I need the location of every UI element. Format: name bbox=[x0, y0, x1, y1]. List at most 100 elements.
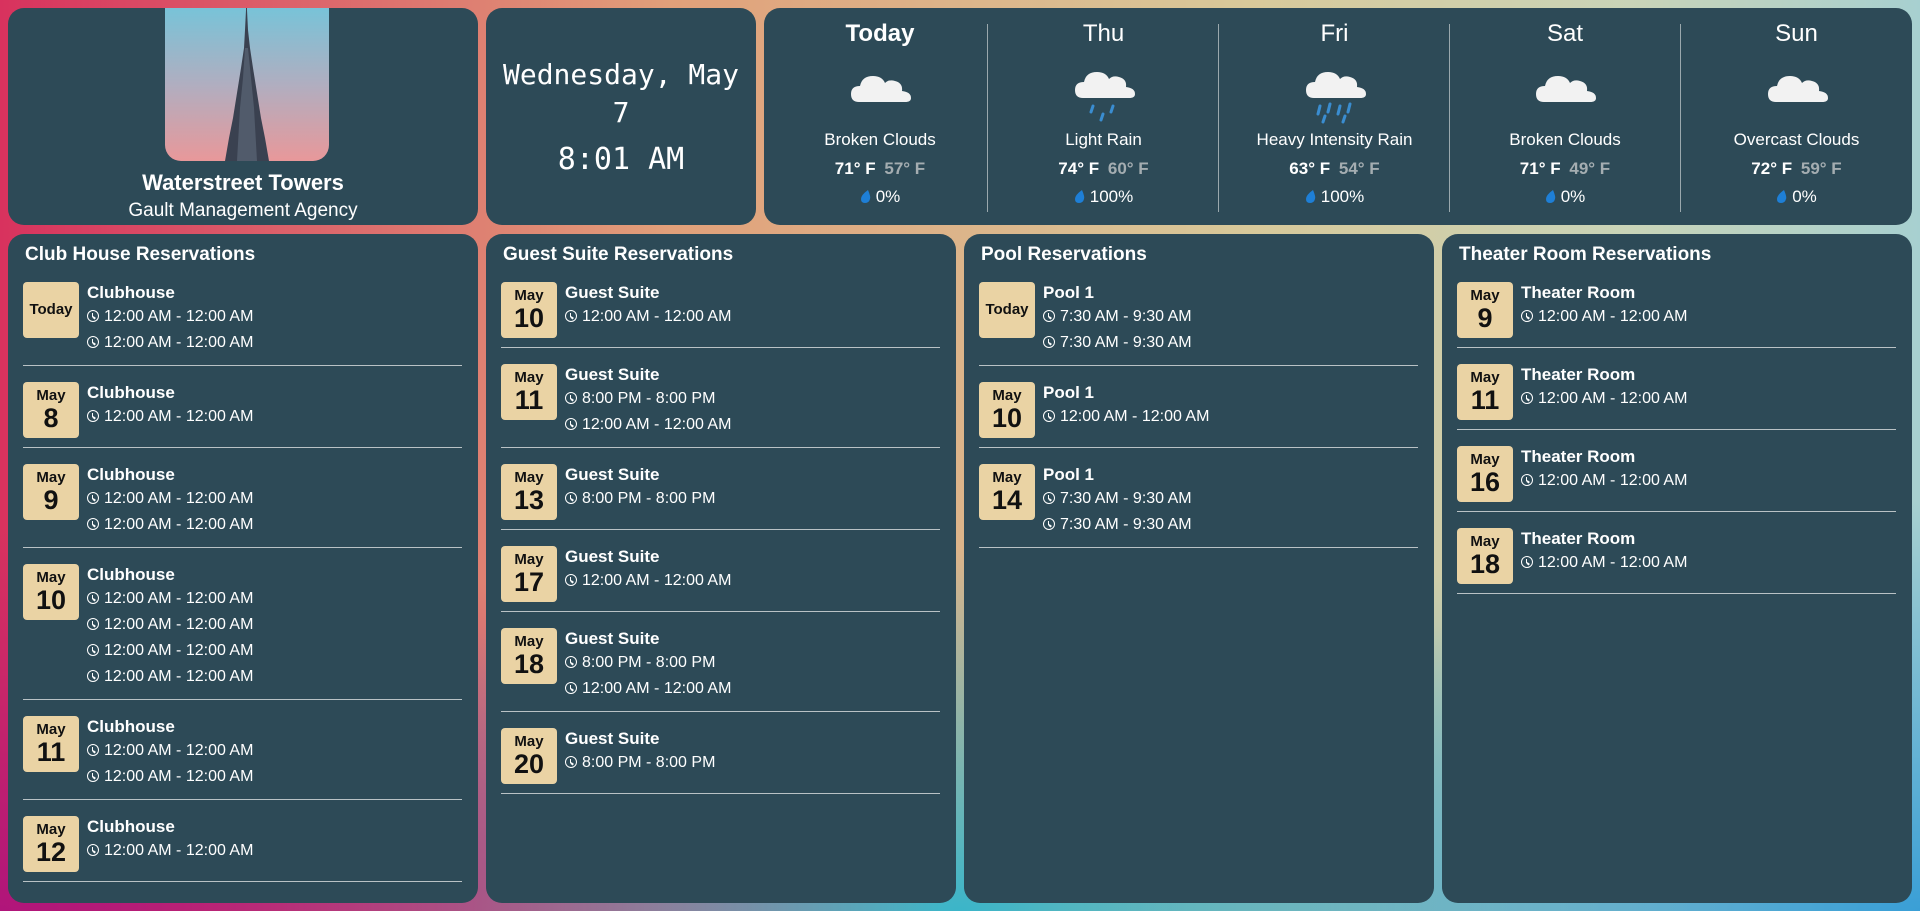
clock-icon bbox=[1521, 310, 1533, 322]
raindrop-icon bbox=[1777, 190, 1787, 203]
clock-icon bbox=[87, 410, 99, 422]
reservation-item: Today Pool 1 7:30 AM - 9:30 AM 7:30 AM - 9:… bbox=[979, 282, 1418, 366]
reservation-time: 12:00 AM - 12:00 AM bbox=[1043, 404, 1418, 430]
reservation-time-value: 12:00 AM - 12:00 AM bbox=[104, 516, 254, 533]
forecast-precip: 100% bbox=[988, 187, 1219, 207]
date-badge: May 18 bbox=[501, 628, 557, 684]
raindrop-icon bbox=[1305, 190, 1315, 203]
reservation-name: Clubhouse bbox=[87, 817, 175, 836]
current-date: Wednesday, May 7 bbox=[502, 58, 739, 129]
reservation-item: May 9 Clubhouse 12:00 AM - 12:00 AM 12:00 AM… bbox=[23, 464, 462, 548]
date-badge-day: 18 bbox=[1469, 549, 1501, 579]
date-badge: May 11 bbox=[1457, 364, 1513, 420]
reservation-item: May 11 Theater Room 12:00 AM - 12:00 AM bbox=[1457, 364, 1896, 430]
panel-title: Pool Reservations bbox=[981, 244, 1147, 265]
theater-room-reservations-panel: Theater Room Reservations May 9 Theater Ro… bbox=[1442, 234, 1912, 903]
reservation-time-value: 12:00 AM - 12:00 AM bbox=[104, 642, 254, 659]
date-badge-month: May bbox=[514, 633, 544, 650]
clock-icon bbox=[565, 492, 577, 504]
raindrop-icon bbox=[860, 190, 870, 203]
reservation-details: Clubhouse 12:00 AM - 12:00 AM 12:00 AM - 1… bbox=[87, 564, 462, 690]
forecast-low: 49° F bbox=[1569, 159, 1611, 178]
clock-icon bbox=[565, 574, 577, 586]
reservation-time: 12:00 AM - 12:00 AM bbox=[87, 638, 462, 664]
forecast-precip: 100% bbox=[1219, 187, 1450, 207]
light-rain-icon bbox=[1074, 72, 1135, 122]
date-badge-day: 18 bbox=[513, 649, 545, 679]
forecast-day-label: Fri bbox=[1320, 20, 1349, 47]
reservation-time-value: 12:00 AM - 12:00 AM bbox=[1538, 390, 1688, 407]
forecast-condition: Broken Clouds bbox=[824, 130, 936, 149]
reservation-item: May 13 Guest Suite 8:00 PM - 8:00 PM bbox=[501, 464, 940, 530]
date-badge-month: May bbox=[992, 469, 1022, 486]
clock-icon bbox=[87, 618, 99, 630]
reservation-time-value: 12:00 AM - 12:00 AM bbox=[104, 490, 254, 507]
date-badge: May 10 bbox=[501, 282, 557, 338]
reservation-name: Guest Suite bbox=[565, 629, 660, 648]
clock-icon bbox=[1043, 492, 1055, 504]
broken-clouds-icon bbox=[1536, 76, 1596, 102]
reservation-time-value: 7:30 AM - 9:30 AM bbox=[1060, 490, 1192, 507]
forecast-temperatures: 72° F 59° F bbox=[1681, 159, 1912, 179]
date-badge-month: May bbox=[514, 369, 544, 386]
reservation-time-value: 12:00 AM - 12:00 AM bbox=[104, 768, 254, 785]
forecast-precip-value: 0% bbox=[1560, 187, 1586, 206]
reservation-name: Theater Room bbox=[1521, 447, 1636, 466]
date-badge: May 16 bbox=[1457, 446, 1513, 502]
clock-icon bbox=[87, 592, 99, 604]
overcast-clouds-icon bbox=[1767, 76, 1828, 102]
reservation-time: 12:00 AM - 12:00 AM bbox=[565, 304, 940, 330]
reservation-details: Guest Suite 8:00 PM - 8:00 PM bbox=[565, 728, 940, 784]
forecast-condition: Light Rain bbox=[1065, 130, 1142, 149]
reservation-item: May 10 Pool 1 12:00 AM - 12:00 AM bbox=[979, 382, 1418, 448]
brand-card: Waterstreet Towers Gault Management Agen… bbox=[8, 8, 478, 225]
current-time: 8:01 AM bbox=[557, 142, 685, 177]
date-badge-day: 16 bbox=[1469, 467, 1501, 497]
reservation-item: May 10 Guest Suite 12:00 AM - 12:00 AM bbox=[501, 282, 940, 348]
reservation-item: May 11 Clubhouse 12:00 AM - 12:00 AM 12:00 A… bbox=[23, 716, 462, 800]
date-badge-month: May bbox=[514, 287, 544, 304]
clock-icon bbox=[1043, 336, 1055, 348]
clock-icon bbox=[87, 844, 99, 856]
date-badge: May 8 bbox=[23, 382, 79, 438]
clock-icon bbox=[565, 682, 577, 694]
reservation-name: Theater Room bbox=[1521, 365, 1636, 384]
reservation-name: Clubhouse bbox=[87, 465, 175, 484]
reservation-item: May 17 Guest Suite 12:00 AM - 12:00 AM bbox=[501, 546, 940, 612]
reservation-name: Guest Suite bbox=[565, 283, 660, 302]
date-badge-month: May bbox=[36, 721, 66, 738]
clock-icon bbox=[565, 756, 577, 768]
date-badge-day: 14 bbox=[991, 485, 1023, 515]
reservation-time-value: 8:00 PM - 8:00 PM bbox=[582, 754, 716, 771]
reservation-time: 7:30 AM - 9:30 AM bbox=[1043, 486, 1418, 512]
reservation-time-value: 7:30 AM - 9:30 AM bbox=[1060, 334, 1192, 351]
reservation-name: Guest Suite bbox=[565, 465, 660, 484]
date-badge-month: May bbox=[1470, 287, 1500, 304]
reservation-time: 12:00 AM - 12:00 AM bbox=[87, 838, 462, 864]
forecast-high: 71° F bbox=[1519, 159, 1561, 178]
reservation-name: Clubhouse bbox=[87, 383, 175, 402]
reservation-time: 12:00 AM - 12:00 AM bbox=[565, 568, 940, 594]
reservation-time: 12:00 AM - 12:00 AM bbox=[87, 404, 462, 430]
date-badge-day: 20 bbox=[513, 749, 545, 779]
reservation-details: Guest Suite 8:00 PM - 8:00 PM bbox=[565, 464, 940, 520]
reservation-name: Pool 1 bbox=[1043, 383, 1095, 402]
reservation-time: 8:00 PM - 8:00 PM bbox=[565, 386, 940, 412]
forecast-low: 60° F bbox=[1107, 159, 1149, 178]
reservation-time-value: 12:00 AM - 12:00 AM bbox=[582, 308, 732, 325]
forecast-precip: 0% bbox=[1681, 187, 1912, 207]
reservation-time-value: 8:00 PM - 8:00 PM bbox=[582, 490, 716, 507]
forecast-temperatures: 71° F 49° F bbox=[1450, 159, 1680, 179]
reservation-time: 12:00 AM - 12:00 AM bbox=[87, 586, 462, 612]
date-badge-month: May bbox=[1470, 451, 1500, 468]
weather-forecast-card: Today Broken Clouds 71° F 57° F 0% Thu L… bbox=[764, 8, 1912, 225]
pool-reservations-panel: Pool Reservations Today Pool 1 7:30 AM - 9… bbox=[964, 234, 1434, 903]
reservation-time-value: 8:00 PM - 8:00 PM bbox=[582, 390, 716, 407]
reservation-time-value: 12:00 AM - 12:00 AM bbox=[104, 668, 254, 685]
reservation-time: 8:00 PM - 8:00 PM bbox=[565, 750, 940, 776]
clock-icon bbox=[1043, 518, 1055, 530]
reservation-item: May 18 Guest Suite 8:00 PM - 8:00 PM 12:00 A… bbox=[501, 628, 940, 712]
reservation-name: Clubhouse bbox=[87, 283, 175, 302]
clock-icon bbox=[1521, 474, 1533, 486]
date-badge: May 11 bbox=[23, 716, 79, 772]
